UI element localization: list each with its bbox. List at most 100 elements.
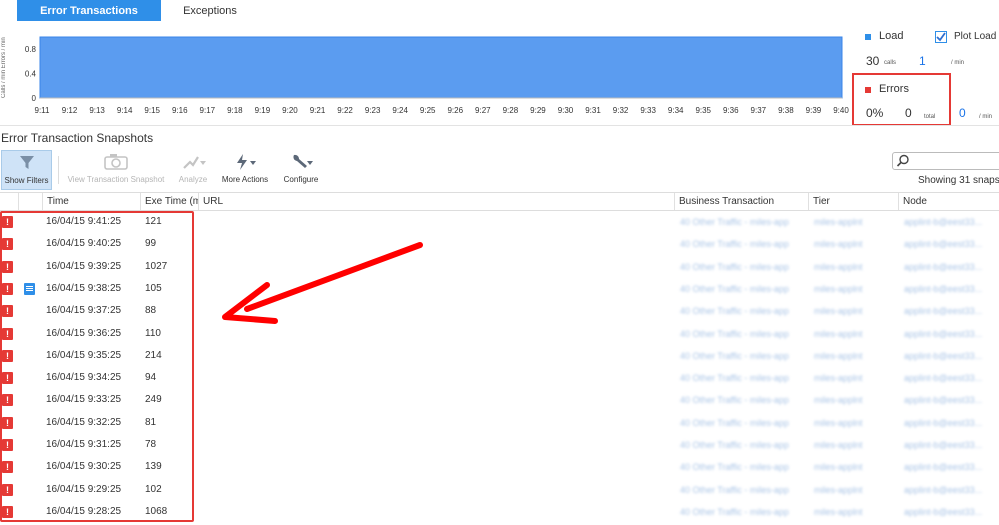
cell-node-redacted: applint-b@eest33... — [904, 484, 983, 495]
x-tick-label: 9:11 — [35, 106, 51, 115]
cell-node-redacted: applint-b@eest33... — [904, 328, 983, 339]
x-tick-label: 9:26 — [447, 106, 463, 115]
cell-business-transaction-redacted: 40 Other Traffic - miles-app — [680, 506, 789, 517]
errors-total-value: 0 — [905, 106, 912, 120]
filter-icon — [19, 156, 34, 169]
errors-legend-swatch — [865, 87, 871, 93]
calls-per-min-unit: / min — [951, 60, 965, 66]
load-errors-chart: 0 0.4 0.8 9:11 9:12 9:13 9:14 9:15 9:16 9:17 9:18 9… — [25, 36, 849, 115]
analyze-icon — [183, 156, 206, 169]
plot-load-label: Plot Load — [954, 31, 997, 42]
search-icon — [896, 154, 909, 167]
x-tick-label: 9:39 — [806, 106, 822, 115]
cell-tier-redacted: miles-applnt — [814, 306, 863, 317]
analyze-button[interactable]: Analyze — [176, 150, 210, 190]
cell-node-redacted: applint-b@eest33... — [904, 217, 983, 227]
x-tick-label: 9:40 — [833, 106, 849, 115]
cell-tier-redacted: miles-applnt — [814, 328, 863, 339]
cell-tier-redacted: miles-applnt — [814, 484, 863, 495]
x-tick-label: 9:24 — [392, 106, 408, 115]
tab-error-transactions[interactable]: Error Transactions — [17, 0, 161, 21]
x-tick-label: 9:23 — [365, 106, 381, 115]
x-tick-label: 9:12 — [62, 106, 78, 115]
header-node[interactable]: Node — [898, 193, 988, 210]
x-tick-label: 9:33 — [640, 106, 656, 115]
x-tick-label: 9:30 — [558, 106, 574, 115]
x-tick-label: 9:36 — [723, 106, 739, 115]
cell-tier-redacted: miles-applnt — [814, 395, 863, 406]
errors-per-min-value: 0 — [959, 106, 966, 120]
cell-node-redacted: applint-b@eest33... — [904, 395, 983, 406]
header-time[interactable]: Time — [42, 193, 140, 210]
x-tick-label: 9:17 — [200, 106, 216, 115]
x-tick-label: 9:14 — [117, 106, 133, 115]
calls-unit: calls — [884, 60, 897, 66]
view-transaction-snapshot-label: View Transaction Snapshot — [67, 175, 165, 184]
cell-tier-redacted: miles-applnt — [814, 261, 863, 272]
header-tier[interactable]: Tier — [808, 193, 898, 210]
cell-tier-redacted: miles-applnt — [814, 350, 863, 361]
cell-business-transaction-redacted: 40 Other Traffic - miles-app — [680, 350, 789, 361]
cell-node-redacted: applint-b@eest33... — [904, 306, 983, 317]
more-actions-button[interactable]: More Actions — [219, 150, 271, 190]
show-filters-button[interactable]: Show Filters — [1, 150, 52, 190]
chart-divider — [0, 125, 999, 126]
x-tick-label: 9:15 — [144, 106, 160, 115]
cell-tier-redacted: miles-applnt — [814, 239, 863, 250]
header-icon-col — [18, 193, 42, 210]
y-tick-label: 0 — [32, 94, 37, 103]
x-tick-label: 9:19 — [255, 106, 271, 115]
x-tick-label: 9:22 — [337, 106, 353, 115]
tab-exceptions[interactable]: Exceptions — [170, 0, 250, 21]
cell-business-transaction-redacted: 40 Other Traffic - miles-app — [680, 283, 789, 294]
cell-business-transaction-redacted: 40 Other Traffic - miles-app — [680, 239, 789, 250]
cell-tier-redacted: miles-applnt — [814, 462, 863, 473]
rows-highlight-box — [0, 211, 194, 522]
cell-node-redacted: applint-b@eest33... — [904, 506, 983, 517]
errors-total-unit: total — [924, 114, 936, 120]
errors-label: Errors — [879, 83, 909, 95]
cell-business-transaction-redacted: 40 Other Traffic - miles-app — [680, 328, 789, 339]
x-tick-label: 9:34 — [668, 106, 684, 115]
cell-business-transaction-redacted: 40 Other Traffic - miles-app — [680, 462, 789, 473]
x-tick-label: 9:37 — [751, 106, 767, 115]
wrench-icon — [293, 154, 313, 168]
header-exe-time[interactable]: Exe Time (m — [140, 193, 198, 210]
toolbar-separator — [58, 156, 59, 184]
view-transaction-snapshot-button[interactable]: View Transaction Snapshot — [66, 150, 166, 190]
cell-business-transaction-redacted: 40 Other Traffic - miles-app — [680, 306, 789, 317]
cell-tier-redacted: miles-applnt — [814, 217, 863, 227]
configure-label: Configure — [283, 175, 319, 184]
cell-business-transaction-redacted: 40 Other Traffic - miles-app — [680, 261, 789, 272]
cell-node-redacted: applint-b@eest33... — [904, 350, 983, 361]
cell-business-transaction-redacted: 40 Other Traffic - miles-app — [680, 417, 789, 428]
cell-business-transaction-redacted: 40 Other Traffic - miles-app — [680, 484, 789, 495]
cell-business-transaction-redacted: 40 Other Traffic - miles-app — [680, 217, 789, 227]
header-business-transaction[interactable]: Business Transaction — [674, 193, 808, 210]
cell-tier-redacted: miles-applnt — [814, 373, 863, 384]
calls-per-min-value: 1 — [919, 54, 926, 68]
cell-tier-redacted: miles-applnt — [814, 440, 863, 450]
search-input[interactable] — [892, 152, 999, 170]
x-tick-label: 9:29 — [530, 106, 546, 115]
x-tick-label: 9:25 — [420, 106, 436, 115]
x-tick-label: 9:31 — [585, 106, 601, 115]
x-tick-label: 9:13 — [89, 106, 105, 115]
camera-icon — [104, 154, 128, 170]
y-tick-label: 0.4 — [25, 70, 37, 79]
plot-load-checkbox[interactable] — [935, 31, 947, 43]
x-tick-label: 9:38 — [778, 106, 794, 115]
configure-button[interactable]: Configure — [281, 150, 321, 190]
calls-value: 30 — [866, 54, 880, 68]
errors-percent: 0% — [866, 106, 884, 120]
cell-node-redacted: applint-b@eest33... — [904, 261, 983, 272]
cell-node-redacted: applint-b@eest33... — [904, 417, 983, 428]
load-legend-swatch — [865, 34, 871, 40]
cell-node-redacted: applint-b@eest33... — [904, 373, 983, 384]
x-tick-label: 9:32 — [613, 106, 629, 115]
header-url[interactable]: URL — [198, 193, 674, 210]
cell-tier-redacted: miles-applnt — [814, 283, 863, 294]
x-tick-label: 9:27 — [475, 106, 491, 115]
x-tick-label: 9:18 — [227, 106, 243, 115]
cell-business-transaction-redacted: 40 Other Traffic - miles-app — [680, 440, 789, 450]
